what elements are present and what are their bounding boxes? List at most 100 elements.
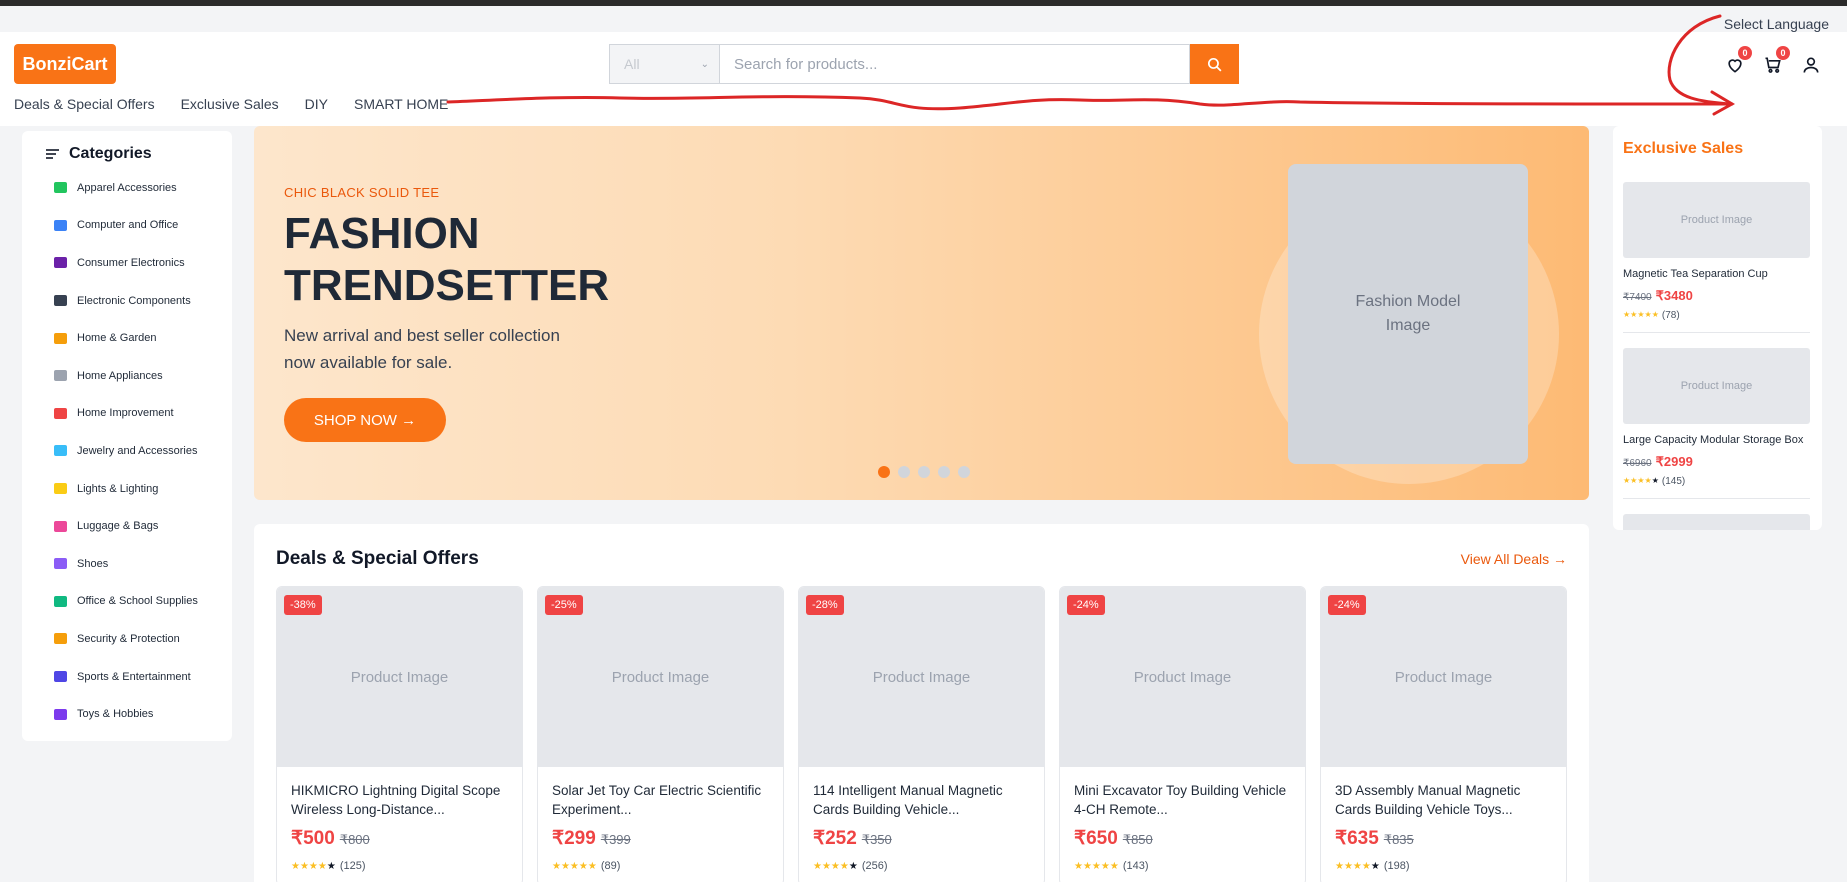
category-item[interactable]: Sports & Entertainment <box>34 658 220 696</box>
exclusive-item-name: Magnetic Tea Separation Cup <box>1623 268 1768 280</box>
search-icon <box>1207 57 1222 71</box>
category-label: Apparel Accessories <box>77 181 177 194</box>
category-icon <box>54 708 67 720</box>
category-item[interactable]: Toys & Hobbies <box>34 695 220 733</box>
deals-section: Deals & Special Offers View All Deals → … <box>254 524 1589 882</box>
category-label: Home & Garden <box>77 332 157 345</box>
category-label: Toys & Hobbies <box>77 708 154 721</box>
shop-now-button[interactable]: SHOP NOW → <box>284 398 446 442</box>
star-rating-icon: ★★★★★ <box>1074 860 1119 872</box>
hero-title-line-2: TRENDSETTER <box>284 261 610 310</box>
discount-badge: -24% <box>1067 595 1105 615</box>
exclusive-item[interactable]: Product Image Magnetic Tea Separation Cup… <box>1623 182 1810 321</box>
product-name[interactable]: Mini Excavator Toy Building Vehicle 4-CH… <box>1060 781 1305 819</box>
carousel-dot[interactable] <box>918 466 930 478</box>
category-item[interactable]: Office & School Supplies <box>34 583 220 621</box>
product-name[interactable]: 3D Assembly Manual Magnetic Cards Buildi… <box>1321 781 1566 819</box>
category-item[interactable]: Home Improvement <box>34 395 220 433</box>
search-bar: All ⌄ <box>609 44 1239 84</box>
product-image-label: Product Image <box>1133 668 1232 686</box>
category-item[interactable]: Apparel Accessories <box>34 169 220 207</box>
category-item[interactable]: Home & Garden <box>34 319 220 357</box>
product-rating: ★★★★★ (125) <box>277 860 522 872</box>
view-all-deals-link[interactable]: View All Deals → <box>1461 551 1567 567</box>
divider <box>1623 498 1810 499</box>
nav-diy[interactable]: DIY <box>305 96 328 112</box>
product-price-row: ₹635 ₹835 <box>1321 827 1566 850</box>
search-button[interactable] <box>1190 44 1239 84</box>
divider <box>1623 332 1810 333</box>
carousel-dot[interactable] <box>958 466 970 478</box>
chevron-down-icon: ⌄ <box>700 58 709 70</box>
category-icon <box>54 257 67 269</box>
categories-sidebar: Categories Apparel Accessories Computer a… <box>22 131 232 741</box>
nav-exclusive-sales[interactable]: Exclusive Sales <box>181 96 279 112</box>
category-item[interactable]: Consumer Electronics <box>34 244 220 282</box>
exclusive-price: ₹2999 <box>1655 454 1693 469</box>
category-select[interactable]: All ⌄ <box>609 44 719 84</box>
cart-button[interactable]: 0 <box>1760 46 1790 78</box>
wishlist-button[interactable]: 0 <box>1722 46 1752 78</box>
category-label: Shoes <box>77 557 109 570</box>
carousel-dot[interactable] <box>938 466 950 478</box>
review-count: (125) <box>339 860 366 872</box>
category-icon <box>54 483 67 495</box>
nav-deals[interactable]: Deals & Special Offers <box>14 96 155 112</box>
category-label: Consumer Electronics <box>77 256 185 269</box>
product-card[interactable]: -25% Product Image Solar Jet Toy Car Elect… <box>537 586 784 882</box>
product-name[interactable]: HIKMICRO Lightning Digital Scope Wireles… <box>277 781 522 819</box>
category-item[interactable]: Shoes <box>34 545 220 583</box>
star-rating-icon: ★★★★★ <box>1335 860 1380 872</box>
exclusive-rating: ★★★★★ (78) <box>1623 310 1810 321</box>
site-header: BonziCart All ⌄ 0 0 Deals & Special Offe… <box>0 32 1847 126</box>
hero-subtitle: New arrival and best seller collection n… <box>284 326 560 372</box>
exclusive-sales-panel: Exclusive Sales Product Image Magnetic Te… <box>1613 126 1822 530</box>
language-bar: Select Language <box>0 6 1847 32</box>
product-image-placeholder: -38% Product Image <box>277 587 522 767</box>
category-item[interactable]: Electronic Components <box>34 282 220 320</box>
product-price: ₹650 <box>1074 828 1118 849</box>
categories-title: Categories <box>69 145 152 162</box>
category-icon <box>54 558 67 570</box>
category-icon <box>54 445 67 457</box>
category-label: Home Improvement <box>77 407 174 420</box>
hero-title: FASHION TRENDSETTER <box>284 208 684 312</box>
product-image-label: Product Image <box>872 668 971 686</box>
product-name[interactable]: Solar Jet Toy Car Electric Scientific Ex… <box>538 781 783 819</box>
product-card[interactable]: -24% Product Image Mini Excavator Toy Buil… <box>1059 586 1306 882</box>
product-name[interactable]: 114 Intelligent Manual Magnetic Cards Bu… <box>799 781 1044 819</box>
discount-badge: -38% <box>284 595 322 615</box>
category-item[interactable]: Luggage & Bags <box>34 507 220 545</box>
account-button[interactable] <box>1798 52 1824 78</box>
category-item[interactable]: Computer and Office <box>34 207 220 245</box>
product-card[interactable]: -28% Product Image 114 Intelligent Manual … <box>798 586 1045 882</box>
product-rating: ★★★★★ (143) <box>1060 860 1305 872</box>
user-icon <box>1803 57 1819 73</box>
category-list: Apparel Accessories Computer and Office Co… <box>34 169 220 733</box>
star-rating-icon: ★★★★★ <box>1623 476 1659 485</box>
category-item[interactable]: Home Appliances <box>34 357 220 395</box>
brand-logo[interactable]: BonziCart <box>14 44 116 84</box>
nav-smart-home[interactable]: SMART HOME <box>354 96 448 112</box>
exclusive-price-row: ₹7400 ₹3480 <box>1623 288 1810 304</box>
product-price: ₹252 <box>813 828 857 849</box>
search-input[interactable] <box>719 44 1190 84</box>
category-item[interactable]: Jewelry and Accessories <box>34 432 220 470</box>
product-price-row: ₹299 ₹399 <box>538 827 783 850</box>
review-count: (256) <box>861 860 888 872</box>
carousel-dot[interactable] <box>898 466 910 478</box>
category-item[interactable]: Security & Protection <box>34 620 220 658</box>
select-language-link[interactable]: Select Language <box>1724 16 1829 32</box>
exclusive-item[interactable]: Product Image Large Capacity Modular Stor… <box>1623 348 1810 487</box>
product-card[interactable]: -38% Product Image HIKMICRO Lightning Digi… <box>276 586 523 882</box>
category-label: Sports & Entertainment <box>77 670 191 683</box>
category-label: Home Appliances <box>77 369 163 382</box>
product-card[interactable]: -24% Product Image 3D Assembly Manual Magn… <box>1320 586 1567 882</box>
carousel-dot[interactable] <box>878 466 890 478</box>
category-label: Security & Protection <box>77 632 180 645</box>
exclusive-old-price: ₹6960 <box>1623 458 1652 469</box>
category-label: Jewelry and Accessories <box>77 444 198 457</box>
category-label: Luggage & Bags <box>77 520 159 533</box>
category-item[interactable]: Lights & Lighting <box>34 470 220 508</box>
category-label: Electronic Components <box>77 294 191 307</box>
